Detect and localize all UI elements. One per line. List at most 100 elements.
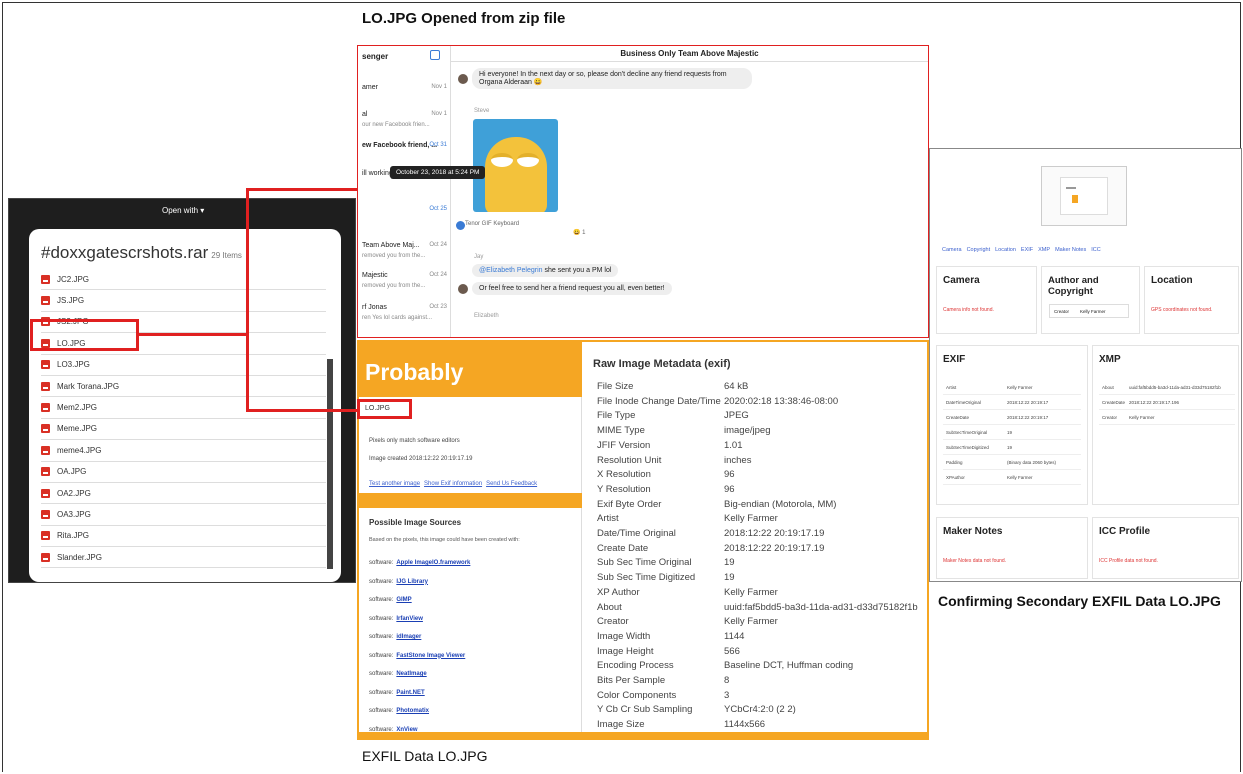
software-link[interactable]: idImager [396, 634, 421, 640]
open-with-button[interactable]: Open with ▾ [162, 206, 204, 215]
metadata-row: Date/Time Original 2018:12:22 20:19:17.19 [597, 528, 824, 539]
metadata-value: 64 kB [724, 381, 749, 392]
reaction-count[interactable]: 😀 1 [573, 229, 585, 236]
metadata-row: Encoding Process Baseline DCT, Huffman co… [597, 660, 853, 671]
conversation-snippet: removed you from the... [362, 253, 426, 259]
list-item[interactable]: meme4.JPG [41, 440, 326, 462]
software-link[interactable]: GIMP [396, 597, 411, 603]
table-key: About [1102, 384, 1114, 390]
list-item[interactable]: JS.JPG [41, 290, 326, 312]
nav-link[interactable]: ICC [1091, 247, 1100, 253]
metadata-value: 566 [724, 645, 740, 657]
creator-row: Creator Kelly Farmer [1049, 304, 1129, 318]
conversation-date: Oct 25 [429, 206, 447, 212]
list-item[interactable]: JC2.JPG [41, 269, 326, 291]
metadata-value: 96 [724, 469, 735, 481]
table-value: Kelly Farmer [1129, 414, 1155, 420]
file-name: Mem2.JPG [57, 403, 98, 413]
source-item: software: Photomatix [369, 708, 429, 714]
metadata-row: Image Height 566 [597, 646, 740, 657]
nav-link[interactable]: Maker Notes [1055, 247, 1086, 253]
list-item[interactable]: LO3.JPG [41, 355, 326, 376]
nav-link[interactable]: Copyright [967, 247, 991, 253]
author-card: Author and Copyright Creator Kelly Farmer [1041, 266, 1140, 334]
software-link[interactable]: FastStone Image Viewer [396, 653, 465, 659]
software-link[interactable]: Photomatix [396, 708, 429, 714]
show-exif-link[interactable]: Show Exif information [424, 481, 482, 487]
software-link[interactable]: Paint.NET [396, 690, 424, 696]
nav-link[interactable]: Camera [942, 247, 962, 253]
metadata-value: uuid:faf5bdd5-ba3d-11da-ad31-d33d75182f1… [724, 601, 918, 613]
conversation-item[interactable]: rf Jonas ren Yes lol cards against... Oct … [358, 304, 451, 337]
software-link[interactable]: IrfanView [396, 616, 423, 622]
software-link[interactable]: Apple ImageIO.framework [396, 560, 470, 566]
software-label: software: [369, 708, 394, 714]
timestamp-tooltip: October 23, 2018 at 5:24 PM [390, 166, 486, 179]
metadata-row: About uuid:faf5bdd5-ba3d-11da-ad31-d33d75… [597, 602, 918, 613]
caption-right: Confirming Secondary EXFIL Data LO.JPG [938, 593, 1221, 609]
list-item[interactable]: OA2.JPG [41, 483, 326, 505]
metadata-key: File Inode Change Date/Time [597, 395, 721, 407]
conversation-date: Nov 1 [431, 111, 447, 117]
table-key: Artist [946, 384, 957, 390]
software-label: software: [369, 578, 394, 585]
metadata-row: Resolution Unit inches [597, 455, 751, 466]
metadata-tool: Probably LO.JPG Pixels only match softwa… [357, 340, 929, 740]
table-value: uuid:faf5bdd5-ba3d-11da-ad31-d33d75182f1… [1129, 384, 1221, 390]
list-item[interactable]: Slander.JPG [41, 547, 326, 569]
metadata-value: 1144x566 [724, 719, 766, 731]
test-another-link[interactable]: Test another image [369, 481, 420, 487]
file-name: Slander.JPG [57, 552, 102, 562]
conversation-snippet: ren Yes lol cards against... [362, 315, 433, 321]
software-link[interactable]: IJG Library [396, 579, 428, 585]
conversation-name: rf Jonas [362, 304, 387, 311]
conversation-item[interactable]: Oct 25 [358, 206, 451, 246]
metadata-row: Exif Byte Order Big-endian (Motorola, MM) [597, 499, 836, 510]
result-banner: Probably [359, 342, 582, 397]
software-label: software: [369, 652, 394, 659]
maker-title: Maker Notes [943, 526, 1003, 537]
metadata-value: 2018:12:22 20:19:17.19 [724, 528, 825, 539]
metadata-value: 1144 [724, 630, 745, 642]
action-links: Test another image Show Exif information S… [369, 481, 541, 487]
table-row: Padding (Binary data 2060 bytes) [943, 455, 1081, 470]
table-key: CreateDate [1102, 399, 1126, 405]
nav-link[interactable]: XMP [1038, 247, 1050, 253]
list-item[interactable]: OA.JPG [41, 462, 326, 483]
icc-error: ICC Profile data not found. [1099, 558, 1158, 564]
sender-name: Elizabeth [474, 313, 499, 319]
nav-link[interactable]: Location [995, 247, 1016, 253]
image-file-icon [41, 445, 50, 455]
scrollbar[interactable] [327, 359, 333, 569]
metadata-key: Sub Sec Time Original [597, 557, 692, 569]
metadata-value: 96 [724, 483, 735, 495]
feedback-link[interactable]: Send Us Feedback [486, 481, 537, 487]
mention[interactable]: @Elizabeth Pelegrin [479, 267, 543, 274]
conversation-date: Oct 24 [429, 272, 447, 278]
list-item[interactable]: Mark Torana.JPG [41, 376, 326, 398]
table-row: SubSecTimeDigitized 19 [943, 440, 1081, 455]
metadata-key: Create Date [597, 542, 649, 554]
message-text: she sent you a PM lol [542, 267, 612, 274]
list-item[interactable]: Rita.JPG [41, 526, 326, 548]
image-file-icon [41, 424, 50, 434]
image-file-icon [41, 403, 50, 413]
compose-icon[interactable] [430, 50, 440, 60]
metadata-row: Sub Sec Time Digitized 19 [597, 572, 735, 583]
table-row: SubSecTimeOriginal 19 [943, 425, 1081, 440]
table-value: 19 [1007, 429, 1013, 435]
metadata-value: 8 [724, 675, 730, 686]
software-link[interactable]: NeatImage [396, 671, 426, 677]
file-name: LO3.JPG [57, 360, 90, 370]
list-item[interactable]: Meme.JPG [41, 419, 326, 441]
metadata-row: Create Date 2018:12:22 20:19:17.19 [597, 543, 824, 554]
tenor-icon [456, 221, 465, 230]
messenger-sidebar: senger amer Nov 1 al our new Facebook frien… [358, 46, 451, 337]
source-item: software: Paint.NET [369, 690, 425, 696]
software-label: software: [369, 560, 394, 566]
nav-link[interactable]: EXIF [1021, 247, 1033, 253]
conversation-name: ill working [362, 170, 393, 177]
list-item[interactable]: OA3.JPG [41, 504, 326, 526]
metadata-row: Image Size 1144x566 [597, 719, 765, 730]
metadata-row: File Size 64 kB [597, 381, 748, 392]
